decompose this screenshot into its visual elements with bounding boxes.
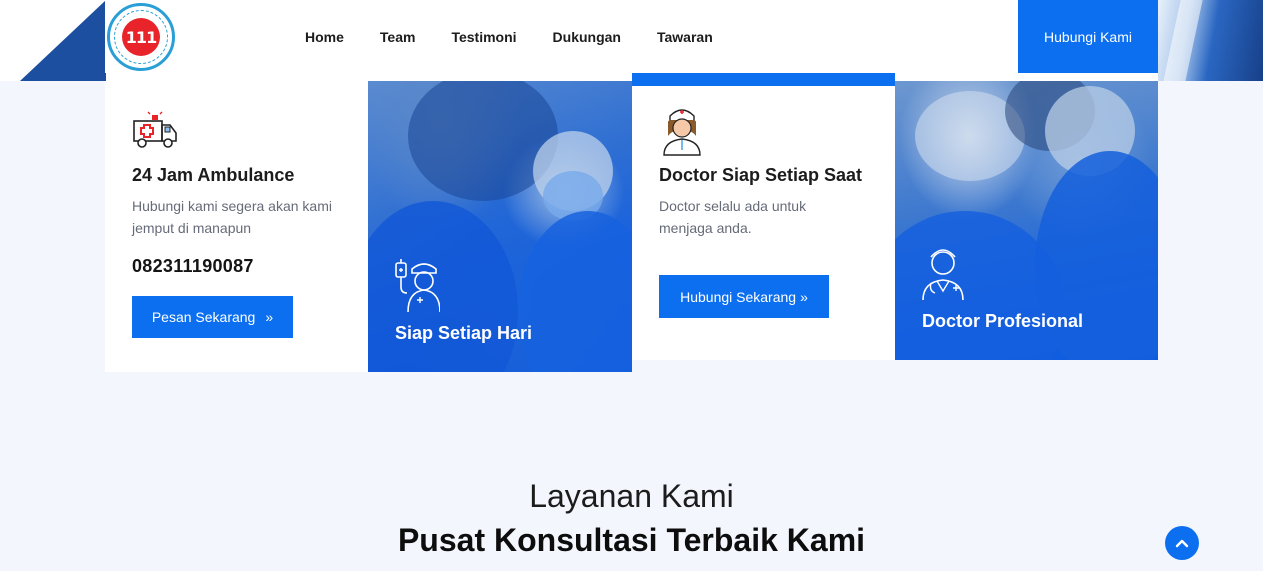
company-logo[interactable]: 111 bbox=[107, 3, 175, 71]
card-title: 24 Jam Ambulance bbox=[132, 165, 295, 185]
decorative-band-right bbox=[1158, 0, 1263, 81]
nav-home[interactable]: Home bbox=[305, 29, 344, 45]
ready-every-day-card: Siap Setiap Hari bbox=[368, 81, 632, 372]
doctor-ready-card: Doctor Siap Setiap Saat Doctor selalu ad… bbox=[632, 73, 895, 360]
main-nav: Home Team Testimoni Dukungan Tawaran bbox=[305, 0, 749, 73]
nav-tawaran[interactable]: Tawaran bbox=[657, 29, 713, 45]
card-title: Doctor Siap Setiap Saat bbox=[659, 165, 863, 185]
nurse-icon bbox=[663, 109, 701, 156]
ambulance-card: 24 Jam Ambulance Hubungi kami segera aka… bbox=[105, 81, 368, 372]
card-description: Doctor selalu ada untuk menjaga anda. bbox=[659, 198, 807, 236]
nurse-iv-icon bbox=[395, 259, 440, 313]
card-title: Doctor Profesional bbox=[922, 311, 1084, 331]
ambulance-phone-number[interactable]: 082311190087 bbox=[132, 256, 254, 277]
card-description: Hubungi kami segera akan kami jemput di … bbox=[132, 198, 332, 236]
double-chevron-right-icon: » bbox=[800, 288, 808, 305]
contact-us-button[interactable]: Hubungi Kami bbox=[1018, 0, 1158, 73]
doctor-icon bbox=[922, 249, 964, 301]
decorative-band-left bbox=[20, 0, 106, 81]
scroll-to-top-button[interactable] bbox=[1165, 526, 1199, 560]
contact-now-label: Hubungi Sekarang bbox=[680, 288, 797, 305]
section-subtitle: Layanan Kami bbox=[529, 478, 734, 514]
order-now-button[interactable]: Pesan Sekarang » bbox=[132, 296, 293, 338]
section-title: Pusat Konsultasi Terbaik Kami bbox=[397, 522, 866, 558]
nav-team[interactable]: Team bbox=[380, 29, 416, 45]
order-now-label: Pesan Sekarang bbox=[151, 309, 256, 325]
nav-dukungan[interactable]: Dukungan bbox=[553, 29, 621, 45]
site-header: 111 Home Team Testimoni Dukungan Tawaran… bbox=[105, 0, 1158, 73]
double-chevron-right-icon: » bbox=[265, 309, 274, 325]
card-title: Siap Setiap Hari bbox=[395, 323, 533, 343]
chevron-up-icon bbox=[1175, 539, 1189, 548]
contact-now-button[interactable]: Hubungi Sekarang » bbox=[659, 275, 829, 318]
nav-testimoni[interactable]: Testimoni bbox=[451, 29, 516, 45]
logo-ring bbox=[114, 10, 168, 64]
ambulance-icon bbox=[133, 111, 177, 148]
professional-doctor-card: Doctor Profesional bbox=[895, 81, 1158, 360]
